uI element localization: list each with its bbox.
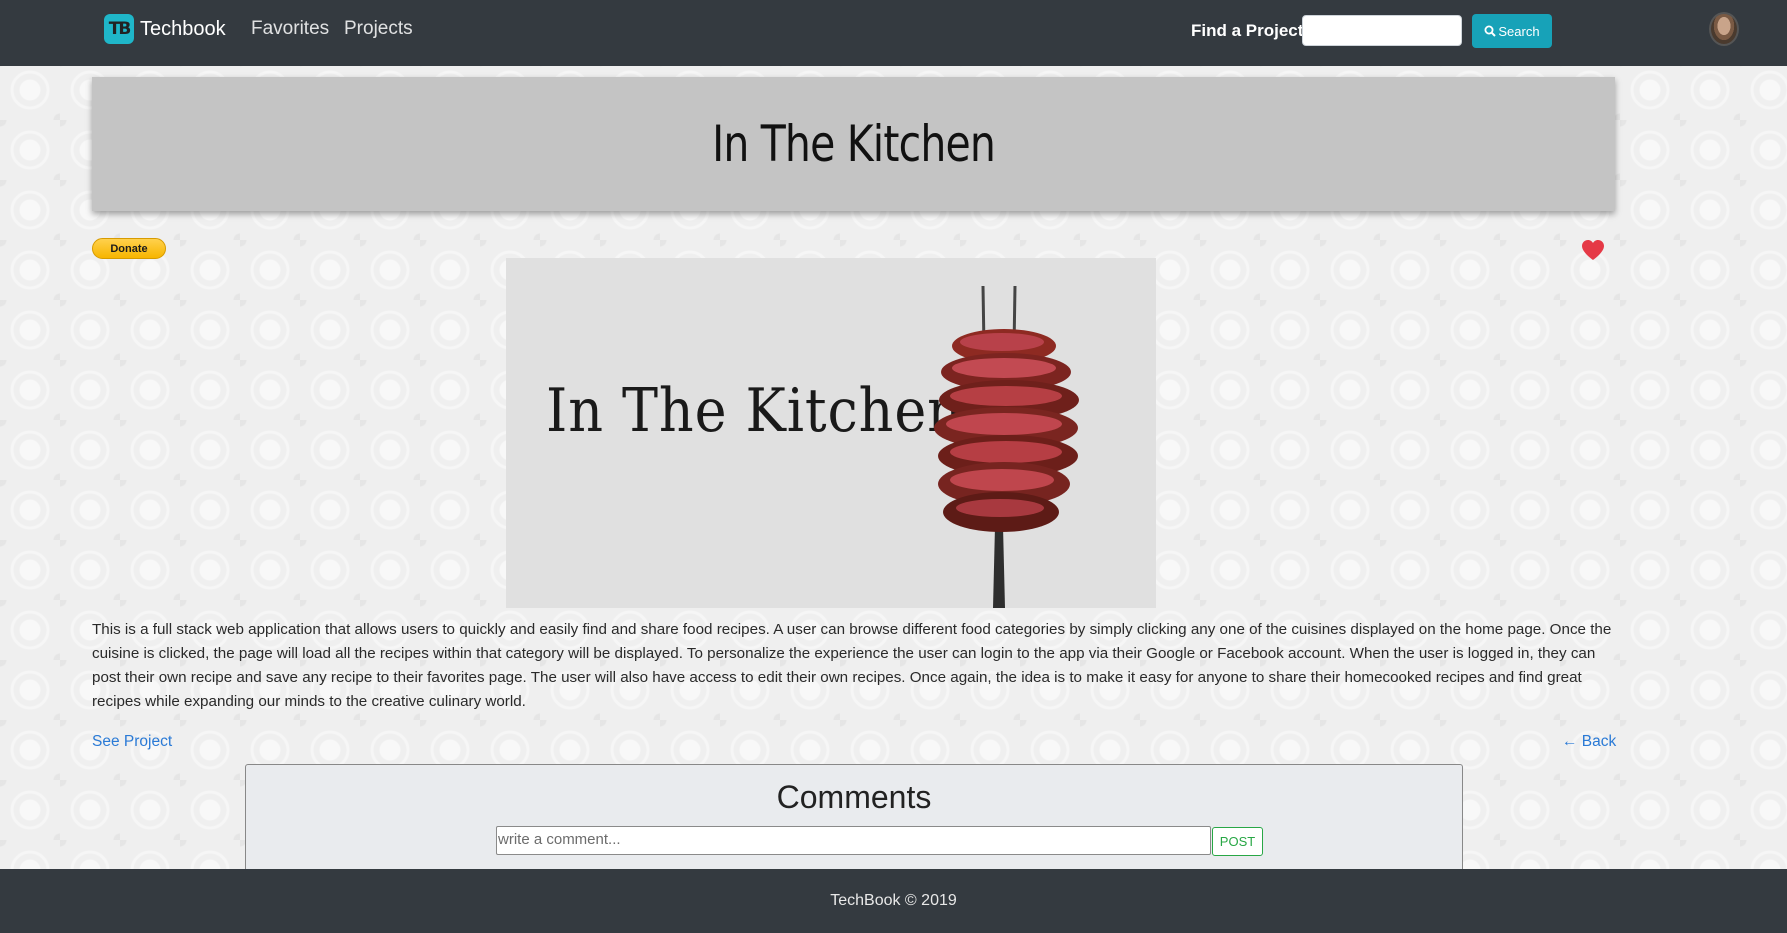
search-button[interactable]: Search [1472, 14, 1552, 48]
project-image: In The Kitchen [506, 258, 1156, 608]
brand-name: Techbook [140, 17, 226, 40]
project-description: This is a full stack web application tha… [92, 621, 1612, 710]
see-project-link[interactable]: See Project [92, 733, 172, 751]
comments-section: Comments write a comment... POST [245, 764, 1463, 874]
search-input[interactable] [1302, 15, 1462, 46]
project-title-card: In The Kitchen [92, 77, 1615, 211]
brand-link[interactable]: TB Techbook [104, 14, 226, 44]
comment-input[interactable]: write a comment... [496, 826, 1211, 855]
nav-link-projects[interactable]: Projects [344, 18, 413, 40]
donate-button[interactable]: Donate [92, 238, 166, 259]
favorite-heart-icon[interactable] [1581, 239, 1605, 261]
post-comment-button[interactable]: POST [1212, 827, 1263, 856]
comments-heading: Comments [776, 779, 932, 815]
nav-link-favorites[interactable]: Favorites [251, 18, 329, 40]
user-avatar[interactable] [1709, 12, 1739, 46]
page-footer: TechBook © 2019 [0, 869, 1787, 933]
find-project-label: Find a Project [1191, 21, 1304, 40]
footer-copyright: TechBook © 2019 [830, 892, 957, 909]
steak-on-fork-image [934, 285, 1079, 608]
page-title: In The Kitchen [711, 115, 996, 173]
back-link[interactable]: ← Back [1562, 733, 1616, 751]
search-icon [1484, 25, 1497, 37]
search-button-label: Search [1498, 23, 1540, 39]
techbook-logo-icon: TB [104, 14, 134, 44]
top-navbar: TB Techbook Favorites Projects Find a Pr… [0, 0, 1787, 66]
